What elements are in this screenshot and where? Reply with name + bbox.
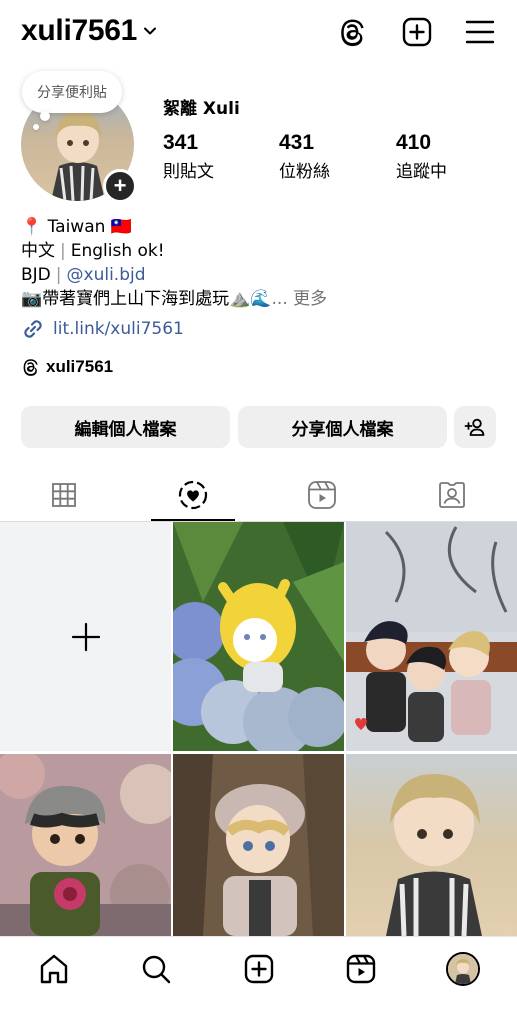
- avatar-thumbnail: [448, 954, 478, 984]
- stat-following-label: 追蹤中: [396, 162, 447, 182]
- create-post-icon[interactable]: [401, 16, 433, 48]
- active-tab-indicator: [151, 519, 235, 521]
- threads-icon[interactable]: [337, 16, 369, 48]
- bio-bjd: BJD: [21, 265, 51, 285]
- stat-followers[interactable]: 431 位粉絲: [279, 131, 330, 182]
- bio-more-button[interactable]: 更多: [293, 289, 327, 309]
- stat-followers-label: 位粉絲: [279, 162, 330, 182]
- threads-profile-link[interactable]: xuli7561: [21, 357, 113, 377]
- tab-tagged[interactable]: [409, 474, 495, 516]
- post-photo-doll-flower: [0, 754, 171, 936]
- bio-line-description: 📷帶著寶們上山下海到處玩⛰️🌊... 更多: [21, 287, 327, 311]
- post-photo-hydrangea-plush: [173, 522, 344, 751]
- grid-post-1[interactable]: [173, 522, 344, 751]
- grid-icon: [52, 483, 76, 507]
- pin-emoji: 📍: [21, 217, 43, 237]
- discover-people-button[interactable]: [454, 406, 496, 448]
- post-photo-dolls-window: [346, 522, 517, 751]
- home-icon: [40, 954, 68, 984]
- nav-home[interactable]: [36, 951, 72, 987]
- nav-reels[interactable]: [343, 951, 379, 987]
- bio-line-location: 📍 Taiwan 🇹🇼: [21, 215, 132, 239]
- stat-following[interactable]: 410 追蹤中: [396, 131, 447, 182]
- bio-separator: |: [60, 241, 66, 261]
- edit-profile-button[interactable]: 編輯個人檔案: [21, 406, 230, 448]
- external-link-text: lit.link/xuli7561: [53, 319, 184, 339]
- reels-icon: [308, 481, 336, 509]
- bio-mention-link[interactable]: @xuli.bjd: [67, 265, 146, 285]
- search-icon: [142, 955, 171, 984]
- stat-posts-count: 341: [163, 131, 199, 154]
- stat-posts-label: 則貼文: [163, 162, 214, 182]
- bio-line-languages: 中文 | English ok!: [21, 239, 165, 263]
- display-name: 絮離 Xuli: [163, 99, 240, 119]
- add-story-plus-icon[interactable]: +: [103, 169, 137, 203]
- bio-location: Taiwan: [47, 217, 106, 237]
- grid-post-2[interactable]: [346, 522, 517, 751]
- chevron-down-icon: [144, 27, 157, 35]
- external-link[interactable]: lit.link/xuli7561: [21, 317, 184, 341]
- create-icon: [244, 954, 274, 984]
- nav-profile[interactable]: [445, 951, 481, 987]
- post-photo-doll-tree: [173, 754, 344, 936]
- bio-separator: |: [55, 265, 62, 285]
- bio-lang-en: English ok!: [70, 241, 165, 261]
- stat-followers-count: 431: [279, 131, 315, 154]
- stat-following-count: 410: [396, 131, 432, 154]
- threads-icon: [23, 359, 38, 376]
- profile-avatar-small: [446, 952, 480, 986]
- menu-icon[interactable]: [464, 16, 496, 48]
- bottom-navigation: [0, 936, 517, 1024]
- reels-icon: [346, 954, 376, 984]
- bio-lang-zh: 中文: [21, 241, 55, 261]
- note-text: 分享便利貼: [37, 85, 107, 101]
- tagged-person-icon: [439, 482, 465, 508]
- username: xuli7561: [21, 14, 138, 47]
- heart-dashed-circle-icon: [178, 480, 208, 510]
- stat-posts[interactable]: 341 則貼文: [163, 131, 214, 182]
- bio-line-bjd: BJD | @xuli.bjd: [21, 263, 146, 287]
- share-profile-button[interactable]: 分享個人檔案: [238, 406, 447, 448]
- link-icon: [24, 320, 42, 338]
- top-bar: xuli7561: [0, 0, 517, 68]
- tab-grid[interactable]: [21, 474, 107, 516]
- note-bubble-tail-small: [33, 124, 39, 130]
- account-switcher[interactable]: xuli7561: [21, 14, 157, 48]
- taiwan-flag-emoji: 🇹🇼: [110, 217, 132, 237]
- tab-reels[interactable]: [279, 474, 365, 516]
- note-bubble[interactable]: 分享便利貼: [22, 71, 122, 113]
- tab-highlights[interactable]: [150, 474, 236, 516]
- note-bubble-tail: [40, 111, 50, 121]
- nav-create[interactable]: [241, 951, 277, 987]
- threads-handle: xuli7561: [46, 357, 114, 376]
- add-person-icon: [464, 418, 485, 436]
- post-photo-doll-beach: [346, 754, 517, 937]
- plus-icon: [71, 622, 100, 651]
- nav-search[interactable]: [138, 951, 174, 987]
- bio-ellipsis: ...: [271, 289, 288, 309]
- bio-description: 📷帶著寶們上山下海到處玩⛰️🌊: [21, 289, 272, 309]
- new-post-tile[interactable]: [0, 522, 171, 751]
